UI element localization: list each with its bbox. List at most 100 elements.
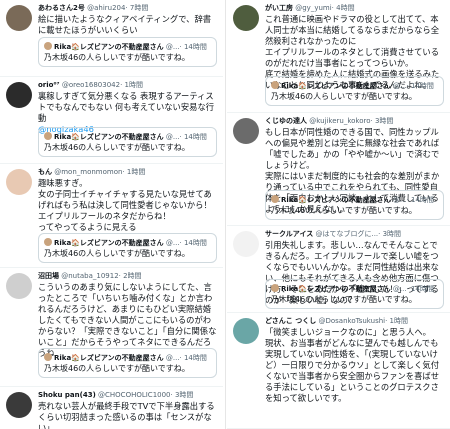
tweet-card[interactable]: あわるさん2号 @ahiru204· 7時間 絵に描いたようなクィアベイティングで… bbox=[0, 0, 223, 77]
tweet-time[interactable]: · 3時間 bbox=[171, 391, 194, 399]
tweet-body: あわるさん2号 @ahiru204· 7時間 絵に描いたようなクィアベイティングで… bbox=[38, 3, 219, 36]
user-handle[interactable]: @DosankoTsukushi bbox=[318, 317, 385, 325]
user-handle[interactable]: @kujikeru_kokoro bbox=[309, 117, 370, 125]
quoted-user-handle: @... bbox=[165, 133, 180, 141]
quoted-display-name: Rika🏠レズビアンの不動産屋さん bbox=[281, 82, 391, 90]
tweet-card[interactable]: orio⁰⁷ @oreo16803042· 1時間裏稼しすぎて気分悪くなる 表現… bbox=[0, 77, 223, 164]
user-avatar[interactable] bbox=[233, 231, 259, 257]
tweet-card[interactable]: もん @mon_monmomon· 1時間 趣味悪すぎ。 女の子同士イチャイチャする… bbox=[0, 164, 223, 268]
display-name[interactable]: もん bbox=[38, 168, 52, 176]
quoted-user-handle: @... bbox=[165, 239, 180, 247]
tweet-text: 売れない芸人が最終手段でTVで下半身露出するくらい切羽詰まった感いるの事は「セン… bbox=[38, 401, 219, 429]
quoted-tweet-time: · 14時間 bbox=[406, 285, 434, 293]
quoted-display-name: Rika🏠レズビアンの不動産屋さん bbox=[281, 196, 391, 204]
tweet-time[interactable]: · 1時間 bbox=[122, 168, 145, 176]
tweet-text-line: ってやってるように見える bbox=[38, 222, 137, 232]
user-avatar[interactable] bbox=[6, 169, 32, 195]
tweet-header: もん @mon_monmomon· 1時間 bbox=[38, 167, 219, 177]
quoted-tweet-time: · 14時間 bbox=[179, 133, 207, 141]
display-name[interactable]: あわるさん2号 bbox=[38, 4, 85, 12]
tweet-time[interactable]: · 1時間 bbox=[385, 317, 408, 325]
quoted-tweet-text: 乃木坂46の人らしいですが酷いですね。 bbox=[44, 143, 190, 152]
quoted-user-handle: @... bbox=[165, 43, 180, 51]
quoted-user-avatar bbox=[271, 195, 279, 203]
quoted-tweet-text: 乃木坂46の人らしいですが酷いですね。 bbox=[271, 295, 417, 304]
user-avatar[interactable] bbox=[6, 82, 32, 108]
tweet-body: 沼田場 @nutaba_10912· 2時間 こういうのあまり気にしないようにして… bbox=[38, 271, 219, 359]
tweet-text-line: 「微笑ましいジョークなのに」と思う人へ。 bbox=[265, 327, 431, 337]
tweet-header: くじゆの達人 @kujikeru_kokoro· 3時間 bbox=[265, 116, 446, 126]
tweet-card[interactable]: くじゆの達人 @kujikeru_kokoro· 3時間 もし日本が同性婚のできる… bbox=[227, 113, 450, 226]
display-name[interactable]: Shoku pan(43) bbox=[38, 391, 96, 399]
quoted-user-avatar bbox=[44, 238, 52, 246]
tweet-text-line: 女の子同士イチャイチャする見たいな見せてあげればもう私は決して同性愛者じゃないか… bbox=[38, 189, 212, 221]
user-handle[interactable]: @ahiru204 bbox=[87, 4, 125, 12]
quoted-tweet[interactable]: Rika🏠レズビアンの不動産屋さん @...· 14時間 乃木坂46の人らしいです… bbox=[38, 233, 217, 263]
tweet-time[interactable]: · 7時間 bbox=[125, 4, 148, 12]
tweet-body: Shoku pan(43) @CHOCOHOLIC1000· 3時間 売れない芸人… bbox=[38, 390, 219, 429]
user-handle[interactable]: @CHOCOHOLIC1000 bbox=[98, 391, 171, 399]
tweet-time[interactable]: · 1時間 bbox=[120, 81, 143, 89]
quoted-tweet-header: Rika🏠レズビアンの不動産屋さん @...· 14時間 bbox=[44, 238, 211, 248]
tweet-text-line: これ普通に映画やドラマの役として出てて、本人同士が本当に結婚してるならまだからな… bbox=[265, 14, 439, 46]
user-handle[interactable]: @mon_monmomon bbox=[54, 168, 122, 176]
quoted-display-name: Rika🏠レズビアンの不動産屋さん bbox=[54, 43, 164, 51]
user-avatar[interactable] bbox=[233, 318, 259, 344]
quoted-tweet-text: 乃木坂46の人らしいですが酷いですね。 bbox=[44, 364, 190, 373]
tweet-card[interactable]: サークルアイス @はてなブログに...· 3時間 引用失礼します。悲しい…なんでそ… bbox=[227, 226, 450, 313]
display-name[interactable]: 沼田場 bbox=[38, 272, 59, 280]
tweet-card[interactable]: がい工房 @gy_yumi· 4時間 これ普通に映画やドラマの役として出てて、本人… bbox=[227, 0, 450, 113]
tweet-text-line: もし日本が同性婚のできる国で、同性カップルへの偏見や差別とは完全に無縁な社会であ… bbox=[265, 127, 440, 170]
quoted-tweet[interactable]: Rika🏠レズビアンの不動産屋さん @...· 14時間 乃木坂46の人らしいです… bbox=[265, 190, 444, 220]
quoted-tweet-header: Rika🏠レズビアンの不動産屋さん @...· 14時間 bbox=[271, 81, 438, 91]
tweet-header: 沼田場 @nutaba_10912· 2時間 bbox=[38, 271, 219, 281]
tweet-card[interactable]: 沼田場 @nutaba_10912· 2時間 こういうのあまり気にしないようにして… bbox=[0, 268, 223, 387]
user-avatar[interactable] bbox=[6, 5, 32, 31]
tweet-time[interactable]: · 3時間 bbox=[378, 230, 401, 238]
quoted-user-avatar bbox=[44, 353, 52, 361]
tweet-text: 「微笑ましいジョークなのに」と思う人へ。 現状、お当事者がどんなに望んでも越しんで… bbox=[265, 327, 446, 404]
quoted-user-avatar bbox=[44, 132, 52, 140]
quoted-tweet-time: · 14時間 bbox=[406, 82, 434, 90]
user-avatar[interactable] bbox=[233, 5, 259, 31]
quoted-user-avatar bbox=[44, 42, 52, 50]
user-avatar[interactable] bbox=[233, 118, 259, 144]
user-handle[interactable]: @はてなブログに... bbox=[315, 230, 378, 238]
quoted-tweet-header: Rika🏠レズビアンの不動産屋さん @...· 14時間 bbox=[44, 132, 211, 142]
user-avatar[interactable] bbox=[6, 273, 32, 299]
tweet-time[interactable]: · 4時間 bbox=[332, 4, 355, 12]
quoted-tweet[interactable]: Rika🏠レズビアンの不動産屋さん @...· 14時間 乃木坂46の人らしいです… bbox=[265, 76, 444, 106]
tweet-header: がい工房 @gy_yumi· 4時間 bbox=[265, 3, 446, 13]
display-name[interactable]: がい工房 bbox=[265, 4, 293, 12]
quoted-display-name: Rika🏠レズビアンの不動産屋さん bbox=[54, 354, 164, 362]
display-name[interactable]: どさんこ つくし bbox=[265, 317, 316, 325]
user-handle[interactable]: @oreo16803042 bbox=[62, 81, 120, 89]
quoted-tweet[interactable]: Rika🏠レズビアンの不動産屋さん @...· 14時間 乃木坂46の人らしいです… bbox=[38, 37, 217, 67]
user-handle[interactable]: @gy_yumi bbox=[295, 4, 331, 12]
right-column: がい工房 @gy_yumi· 4時間 これ普通に映画やドラマの役として出てて、本人… bbox=[227, 0, 450, 429]
tweet-text-line: 裏稼しすぎて気分悪くなる 表現するアーティストでもなんでもない 何も考えていない… bbox=[38, 91, 215, 123]
tweet-text-line: 売れない芸人が最終手段でTVで下半身露出するくらい切羽詰まった感いるの事は「セン… bbox=[38, 401, 215, 429]
quoted-display-name: Rika🏠レズビアンの不動産屋さん bbox=[54, 239, 164, 247]
user-avatar[interactable] bbox=[6, 392, 32, 418]
quoted-tweet[interactable]: Rika🏠レズビアンの不動産屋さん @...· 14時間 乃木坂46の人らしいです… bbox=[265, 279, 444, 309]
quoted-user-handle: @... bbox=[165, 354, 180, 362]
quoted-tweet[interactable]: Rika🏠レズビアンの不動産屋さん @...· 14時間 乃木坂46の人らしいです… bbox=[38, 348, 217, 378]
quoted-tweet-header: Rika🏠レズビアンの不動産屋さん @...· 14時間 bbox=[271, 195, 438, 205]
quoted-tweet[interactable]: Rika🏠レズビアンの不動産屋さん @...· 14時間 乃木坂46の人らしいです… bbox=[38, 127, 217, 157]
tweet-time[interactable]: · 2時間 bbox=[119, 272, 142, 280]
display-name[interactable]: くじゆの達人 bbox=[265, 117, 307, 125]
tweet-card[interactable]: どさんこ つくし @DosankoTsukushi· 1時間「微笑ましいジョーク… bbox=[227, 313, 450, 429]
quoted-display-name: Rika🏠レズビアンの不動産屋さん bbox=[54, 133, 164, 141]
quoted-tweet-text: 乃木坂46の人らしいですが酷いですね。 bbox=[44, 53, 190, 62]
tweet-card[interactable]: Shoku pan(43) @CHOCOHOLIC1000· 3時間 売れない芸人… bbox=[0, 387, 223, 429]
user-handle[interactable]: @nutaba_10912 bbox=[61, 272, 118, 280]
display-name[interactable]: サークルアイス bbox=[265, 230, 313, 238]
display-name[interactable]: orio⁰⁷ bbox=[38, 81, 60, 89]
quoted-tweet-text: 乃木坂46の人らしいですが酷いですね。 bbox=[271, 206, 417, 215]
tweet-text-line: 趣味悪すぎ。 bbox=[38, 178, 88, 188]
tweet-header: サークルアイス @はてなブログに...· 3時間 bbox=[265, 229, 446, 239]
tweet-header: Shoku pan(43) @CHOCOHOLIC1000· 3時間 bbox=[38, 390, 219, 400]
tweet-time[interactable]: · 3時間 bbox=[371, 117, 394, 125]
quoted-user-handle: @... bbox=[392, 196, 407, 204]
